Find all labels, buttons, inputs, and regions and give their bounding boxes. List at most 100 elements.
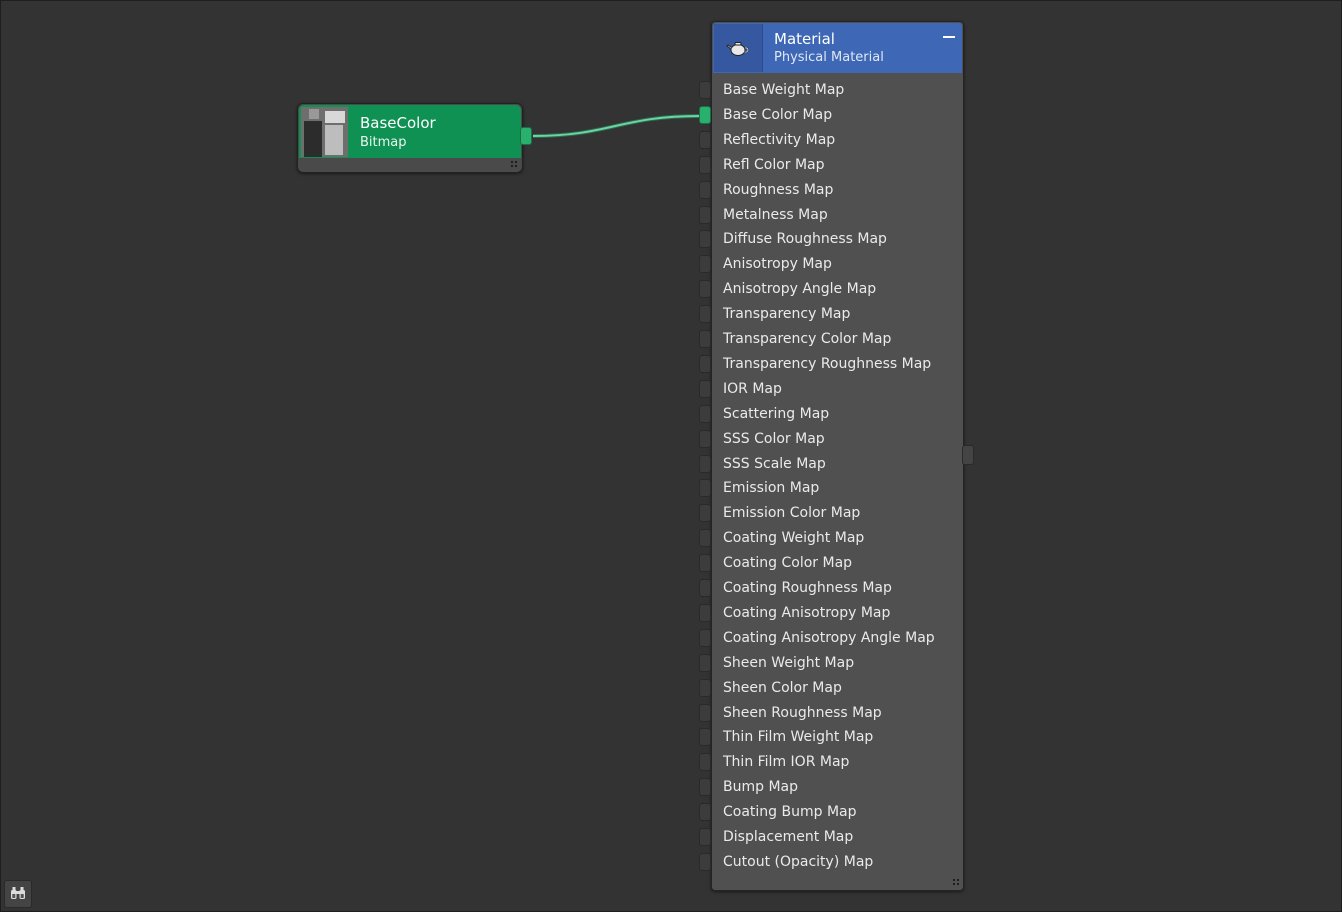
port-label: Coating Color Map (723, 555, 853, 572)
input-socket[interactable] (699, 454, 711, 473)
port-label: Transparency Map (723, 306, 851, 323)
port-label: Sheen Weight Map (723, 654, 855, 671)
port-row: Thin Film Weight Map (699, 726, 963, 750)
input-socket[interactable] (699, 678, 711, 697)
input-socket[interactable] (699, 504, 711, 523)
port-label: Metalness Map (723, 206, 828, 223)
port-row: Reflectivity Map (699, 129, 963, 153)
port-row: Anisotropy Angle Map (699, 278, 963, 302)
port-label: Cutout (Opacity) Map (723, 853, 874, 870)
port-label: Emission Map (723, 480, 820, 497)
port-row: Refl Color Map (699, 154, 963, 178)
material-node-title: Material (774, 30, 835, 48)
port-row: Sheen Roughness Map (699, 702, 963, 726)
bitmap-node[interactable]: BaseColor Bitmap (297, 103, 523, 173)
input-socket[interactable] (699, 81, 711, 99)
input-socket[interactable] (699, 479, 711, 498)
input-socket[interactable] (699, 529, 711, 548)
port-row: Coating Bump Map (699, 801, 963, 825)
input-socket[interactable] (699, 653, 711, 672)
port-row: Sheen Weight Map (699, 652, 963, 676)
input-socket[interactable] (699, 728, 711, 747)
input-socket[interactable] (699, 803, 711, 822)
port-row: Diffuse Roughness Map (699, 228, 963, 252)
port-row: Coating Weight Map (699, 527, 963, 551)
bitmap-output-socket[interactable] (520, 127, 532, 145)
input-socket[interactable] (699, 230, 711, 249)
port-row: Thin Film IOR Map (699, 751, 963, 775)
input-socket[interactable] (699, 305, 711, 324)
port-label: Bump Map (723, 779, 798, 796)
port-row: Base Color Map (699, 104, 963, 128)
port-row: Metalness Map (699, 204, 963, 228)
port-label: Sheen Roughness Map (723, 704, 882, 721)
port-row: Coating Roughness Map (699, 577, 963, 601)
node-editor-canvas[interactable] (0, 0, 1342, 912)
port-row: Transparency Roughness Map (699, 353, 963, 377)
input-socket[interactable] (699, 180, 711, 199)
input-socket[interactable] (699, 554, 711, 573)
input-socket[interactable] (699, 703, 711, 722)
port-row: SSS Scale Map (699, 453, 963, 477)
binoculars-icon (10, 885, 26, 904)
input-socket[interactable] (699, 280, 711, 299)
input-socket[interactable] (699, 354, 711, 373)
port-label: Refl Color Map (723, 156, 825, 173)
port-label: Transparency Roughness Map (723, 355, 932, 372)
port-row: Cutout (Opacity) Map (699, 851, 963, 875)
input-socket[interactable] (699, 205, 711, 224)
port-label: Anisotropy Angle Map (723, 281, 877, 298)
port-label: Sheen Color Map (723, 679, 842, 696)
port-label: Reflectivity Map (723, 131, 836, 148)
input-socket[interactable] (699, 603, 711, 622)
input-socket[interactable] (699, 628, 711, 647)
input-socket[interactable] (699, 753, 711, 772)
input-socket[interactable] (699, 404, 711, 423)
port-row: Sheen Color Map (699, 677, 963, 701)
port-label: IOR Map (723, 380, 782, 397)
bitmap-node-resize-grip[interactable] (510, 160, 518, 168)
port-label: Thin Film Weight Map (723, 729, 874, 746)
input-socket[interactable] (699, 130, 711, 149)
input-socket[interactable] (699, 255, 711, 274)
material-node-header[interactable]: Material Physical Material (713, 23, 962, 73)
port-label: Displacement Map (723, 829, 854, 845)
port-row: Base Weight Map (699, 79, 963, 103)
input-socket[interactable] (699, 155, 711, 174)
port-label: Diffuse Roughness Map (723, 231, 887, 248)
port-label: Anisotropy Map (723, 256, 832, 273)
port-label: Base Weight Map (723, 82, 845, 98)
input-socket[interactable] (699, 379, 711, 398)
input-socket[interactable] (699, 778, 711, 797)
port-label: Coating Roughness Map (723, 580, 892, 596)
material-node[interactable]: Material Physical Material Base Weight M… (699, 21, 964, 891)
port-row: Emission Map (699, 477, 963, 501)
input-socket[interactable] (699, 852, 711, 871)
port-label: Scattering Map (723, 405, 830, 422)
port-label: Coating Anisotropy Map (723, 604, 891, 621)
port-label: Coating Bump Map (723, 804, 857, 821)
port-row: Anisotropy Map (699, 253, 963, 277)
material-output-socket[interactable] (962, 445, 974, 465)
port-row: Transparency Map (699, 303, 963, 327)
bitmap-node-subtitle: Bitmap (360, 135, 407, 150)
input-socket[interactable] (699, 105, 711, 124)
port-label: Roughness Map (723, 181, 834, 198)
find-button[interactable] (4, 880, 32, 908)
port-label: SSS Scale Map (723, 455, 826, 472)
port-row: Coating Color Map (699, 552, 963, 576)
port-row: IOR Map (699, 378, 963, 402)
input-socket[interactable] (699, 828, 711, 846)
material-node-resize-grip[interactable] (952, 878, 960, 886)
input-socket[interactable] (699, 579, 711, 597)
input-socket[interactable] (699, 429, 711, 448)
input-socket[interactable] (699, 330, 711, 348)
bitmap-node-header[interactable]: BaseColor Bitmap (299, 105, 521, 158)
port-label: SSS Color Map (723, 430, 825, 447)
port-row: Roughness Map (699, 179, 963, 203)
minus-icon (943, 36, 955, 38)
port-row: Emission Color Map (699, 502, 963, 526)
port-label: Coating Weight Map (723, 530, 865, 547)
port-row: Coating Anisotropy Map (699, 602, 963, 626)
port-label: Thin Film IOR Map (723, 754, 850, 771)
